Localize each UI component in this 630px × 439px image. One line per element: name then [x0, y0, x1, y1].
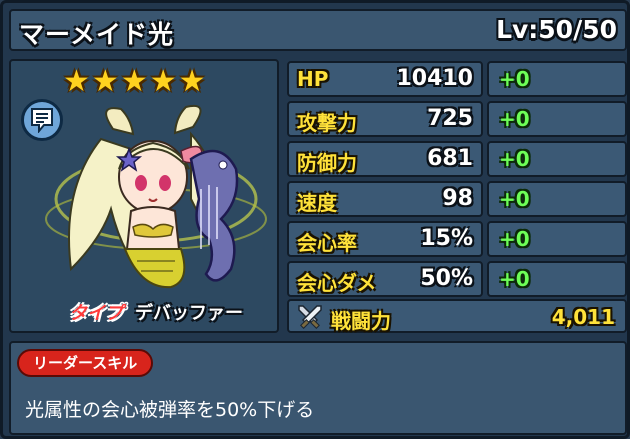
bonus-box: +0: [487, 221, 627, 257]
leader-skill-panel: リーダースキル 光属性の会心被弾率を50%下げる: [9, 341, 627, 435]
leader-skill-badge: リーダースキル: [17, 349, 154, 377]
rarity-stars: ★ ★ ★ ★ ★: [63, 67, 206, 97]
stat-box: 会心率 15%: [287, 221, 483, 257]
crossed-swords-icon: [298, 305, 322, 329]
bonus-box: +0: [487, 101, 627, 137]
type-label: タイプ: [69, 303, 123, 324]
stat-label: 会心ダメ: [297, 271, 377, 295]
unit-name: マーメイド光: [19, 20, 175, 49]
stat-label: 会心率: [297, 231, 357, 255]
stat-box: HP 10410: [287, 61, 483, 97]
combat-power-label: 戦闘力: [331, 309, 391, 333]
star-icon: ★: [63, 64, 90, 99]
stat-value: 50%: [420, 266, 473, 291]
stat-label: 攻撃力: [297, 111, 357, 135]
header-bar: マーメイド光 Lv:50/50: [9, 9, 627, 51]
star-icon: ★: [120, 64, 148, 99]
bonus-value: +0: [499, 227, 530, 251]
bonus-box: +0: [487, 61, 627, 97]
stat-box: 攻撃力 725: [287, 101, 483, 137]
star-icon: ★: [149, 64, 177, 99]
stat-box: 会心ダメ 50%: [287, 261, 483, 297]
stat-row-crit-rate: 会心率 15% +0: [287, 221, 627, 257]
stat-row-hp: HP 10410 +0: [287, 61, 627, 97]
stat-label: 速度: [297, 191, 337, 215]
stat-row-attack: 攻撃力 725 +0: [287, 101, 627, 137]
leader-skill-text: 光属性の会心被弾率を50%下げる: [25, 399, 315, 421]
star-icon: ★: [91, 64, 119, 99]
combat-power-row: 戦闘力 4,011: [287, 299, 627, 333]
stat-value: 98: [442, 186, 473, 211]
bonus-value: +0: [499, 267, 530, 291]
type-row: タイプ デバッファー: [69, 299, 243, 325]
unit-detail-frame: マーメイド光 Lv:50/50 ★ ★ ★ ★ ★ タイプ デバッファー HP …: [0, 0, 630, 439]
stat-value: 10410: [396, 66, 473, 91]
type-value: デバッファー: [135, 303, 243, 324]
stat-box: 速度 98: [287, 181, 483, 217]
bonus-box: +0: [487, 141, 627, 177]
bonus-value: +0: [499, 67, 530, 91]
stat-row-defense: 防御力 681 +0: [287, 141, 627, 177]
character-portrait[interactable]: [41, 99, 271, 299]
bonus-value: +0: [499, 147, 530, 171]
bonus-value: +0: [499, 187, 530, 211]
star-icon: ★: [178, 64, 206, 99]
stat-row-crit-damage: 会心ダメ 50% +0: [287, 261, 627, 297]
bonus-box: +0: [487, 181, 627, 217]
stat-label: 防御力: [297, 151, 357, 175]
portrait-panel: ★ ★ ★ ★ ★ タイプ デバッファー: [9, 59, 279, 333]
stat-row-speed: 速度 98 +0: [287, 181, 627, 217]
stat-label: HP: [297, 67, 329, 91]
stat-value: 15%: [420, 226, 473, 251]
stat-value: 681: [427, 146, 473, 171]
stats-panel: HP 10410 +0 攻撃力 725 +0 防御力 681 +0 速度 98 …: [287, 61, 627, 301]
combat-power-value: 4,011: [551, 305, 615, 329]
bonus-value: +0: [499, 107, 530, 131]
bonus-box: +0: [487, 261, 627, 297]
stat-value: 725: [427, 106, 473, 131]
stat-box: 防御力 681: [287, 141, 483, 177]
unit-level: Lv:50/50: [496, 15, 617, 44]
